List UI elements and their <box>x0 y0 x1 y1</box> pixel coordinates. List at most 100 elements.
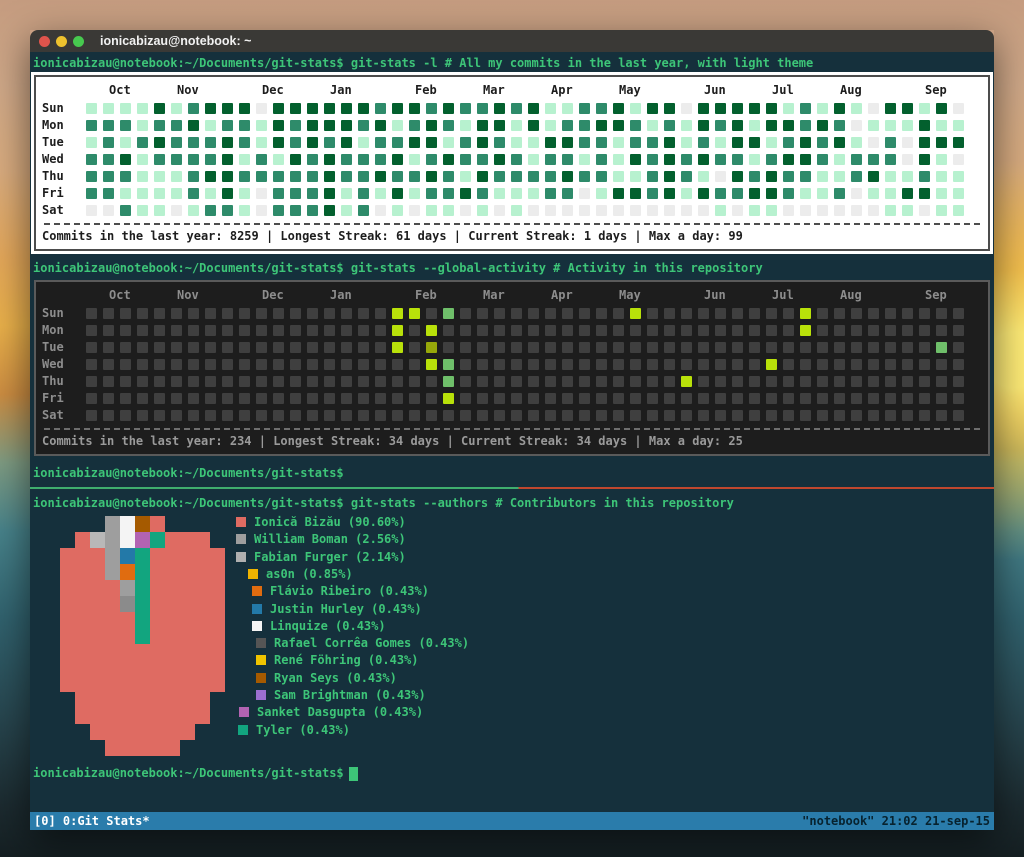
commit-cell <box>290 359 301 370</box>
maximize-button-icon[interactable] <box>73 36 84 47</box>
commit-cell <box>885 325 896 336</box>
commit-cell <box>783 188 794 199</box>
commit-cell <box>800 393 811 404</box>
commit-cell <box>902 325 913 336</box>
commit-cell <box>749 205 760 216</box>
commit-cell <box>341 188 352 199</box>
commit-cell <box>851 154 862 165</box>
commit-cell <box>698 188 709 199</box>
commit-cell <box>307 103 318 114</box>
author-legend-item: Sanket Dasgupta (0.43%) <box>239 704 423 721</box>
commit-cell <box>307 171 318 182</box>
commit-cell <box>120 205 131 216</box>
commit-cell <box>375 120 386 131</box>
tmux-session-window[interactable]: [0] 0:Git Stats* <box>34 812 150 830</box>
commit-cell <box>273 308 284 319</box>
commit-cell <box>103 376 114 387</box>
commit-cell <box>307 205 318 216</box>
terminal-cursor[interactable] <box>349 767 358 781</box>
commit-cell <box>630 359 641 370</box>
commit-cell <box>222 137 233 148</box>
month-label: May <box>619 82 641 99</box>
commit-cell <box>307 393 318 404</box>
commit-cell <box>613 120 624 131</box>
commit-cell <box>562 308 573 319</box>
commit-cell <box>392 325 403 336</box>
commit-cell <box>851 359 862 370</box>
close-button-icon[interactable] <box>39 36 50 47</box>
commit-cell <box>834 137 845 148</box>
author-legend-item: Justin Hurley (0.43%) <box>252 601 422 618</box>
commit-cell <box>477 308 488 319</box>
month-label: Jan <box>330 82 352 99</box>
commit-cell <box>154 308 165 319</box>
commit-cell <box>358 154 369 165</box>
commit-cell <box>324 342 335 353</box>
commit-cell <box>528 325 539 336</box>
commit-cell <box>545 205 556 216</box>
commit-cell <box>715 376 726 387</box>
commit-cell <box>324 393 335 404</box>
commit-cell <box>188 205 199 216</box>
commit-cell <box>103 120 114 131</box>
commit-cell <box>868 205 879 216</box>
commit-cell <box>171 342 182 353</box>
commit-cell <box>613 308 624 319</box>
commit-cell <box>834 120 845 131</box>
commit-cell <box>120 325 131 336</box>
commit-cell <box>443 393 454 404</box>
commit-cell <box>834 154 845 165</box>
commit-cell <box>698 325 709 336</box>
commit-cell <box>953 137 964 148</box>
minimize-button-icon[interactable] <box>56 36 67 47</box>
commit-cell <box>358 205 369 216</box>
month-label: Apr <box>551 82 573 99</box>
commit-cell <box>613 154 624 165</box>
shell-prompt: ionicabizau@notebook:~/Documents/git-sta… <box>30 464 994 482</box>
author-name: Sam Brightman (0.43%) <box>274 688 426 702</box>
commit-cell <box>426 359 437 370</box>
commit-cell <box>273 171 284 182</box>
commit-cell <box>86 120 97 131</box>
commit-cell <box>324 154 335 165</box>
commit-cell <box>664 393 675 404</box>
commit-cell <box>715 359 726 370</box>
commit-cell <box>290 154 301 165</box>
author-color-swatch <box>236 552 246 562</box>
commit-cell <box>834 359 845 370</box>
commit-cell <box>579 137 590 148</box>
commit-cell <box>528 205 539 216</box>
commit-cell <box>817 376 828 387</box>
commit-cell <box>681 308 692 319</box>
commit-cell <box>613 137 624 148</box>
commit-cell <box>137 120 148 131</box>
commit-cell <box>103 325 114 336</box>
commit-cell <box>341 137 352 148</box>
commit-cell <box>562 120 573 131</box>
commit-cell <box>868 410 879 421</box>
commit-cell <box>919 154 930 165</box>
commit-cell <box>766 325 777 336</box>
calendar-week-row: Sat <box>42 202 982 219</box>
commit-cell <box>409 359 420 370</box>
commit-cell <box>137 410 148 421</box>
commit-cell <box>545 137 556 148</box>
commit-cell <box>936 359 947 370</box>
commit-cell <box>732 325 743 336</box>
commit-cell <box>596 393 607 404</box>
commit-cell <box>800 342 811 353</box>
commit-cell <box>817 103 828 114</box>
commit-cell <box>613 325 624 336</box>
commit-cell <box>120 188 131 199</box>
commit-cell <box>919 137 930 148</box>
commit-cell <box>834 376 845 387</box>
commit-cell <box>443 188 454 199</box>
author-color-swatch <box>239 707 249 717</box>
commit-cell <box>477 359 488 370</box>
commit-cell <box>494 393 505 404</box>
commit-cell <box>171 188 182 199</box>
commit-cell <box>392 410 403 421</box>
commit-calendar-light: OctNovDecJanFebMarAprMayJunJulAugSep Sun… <box>34 75 990 251</box>
calendar-week-row: Mon <box>42 117 982 134</box>
commit-cell <box>698 359 709 370</box>
